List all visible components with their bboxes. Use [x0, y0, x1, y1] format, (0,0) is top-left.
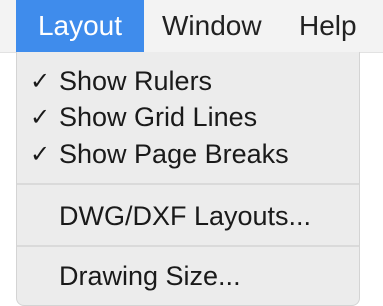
menu-window[interactable]: Window — [162, 0, 262, 52]
checkmark-icon: ✓ — [29, 140, 51, 168]
menu-item-label: Drawing Size... — [59, 261, 241, 291]
menu-item-label: Show Page Breaks — [59, 139, 289, 169]
menu-item-show-rulers[interactable]: ✓ Show Rulers — [17, 62, 359, 100]
menu-item-label: DWG/DXF Layouts... — [59, 201, 312, 231]
menu-help[interactable]: Help — [299, 0, 357, 52]
menu-item-show-grid-lines[interactable]: ✓ Show Grid Lines — [17, 98, 359, 136]
menu-item-show-page-breaks[interactable]: ✓ Show Page Breaks — [17, 135, 359, 173]
checkmark-icon: ✓ — [29, 67, 51, 95]
menu-layout[interactable]: Layout — [16, 0, 144, 52]
checkmark-icon: ✓ — [29, 103, 51, 131]
menu-separator — [17, 245, 359, 247]
menu-item-drawing-size[interactable]: Drawing Size... — [17, 257, 359, 295]
menu-item-label: Show Rulers — [59, 66, 213, 96]
menu-separator — [17, 183, 359, 185]
menu-item-dwg-dxf-layouts[interactable]: DWG/DXF Layouts... — [17, 197, 359, 235]
menu-bar: Layout Window Help — [0, 0, 383, 53]
layout-dropdown-menu: ✓ Show Rulers ✓ Show Grid Lines ✓ Show P… — [16, 52, 360, 306]
menu-item-label: Show Grid Lines — [59, 102, 258, 132]
